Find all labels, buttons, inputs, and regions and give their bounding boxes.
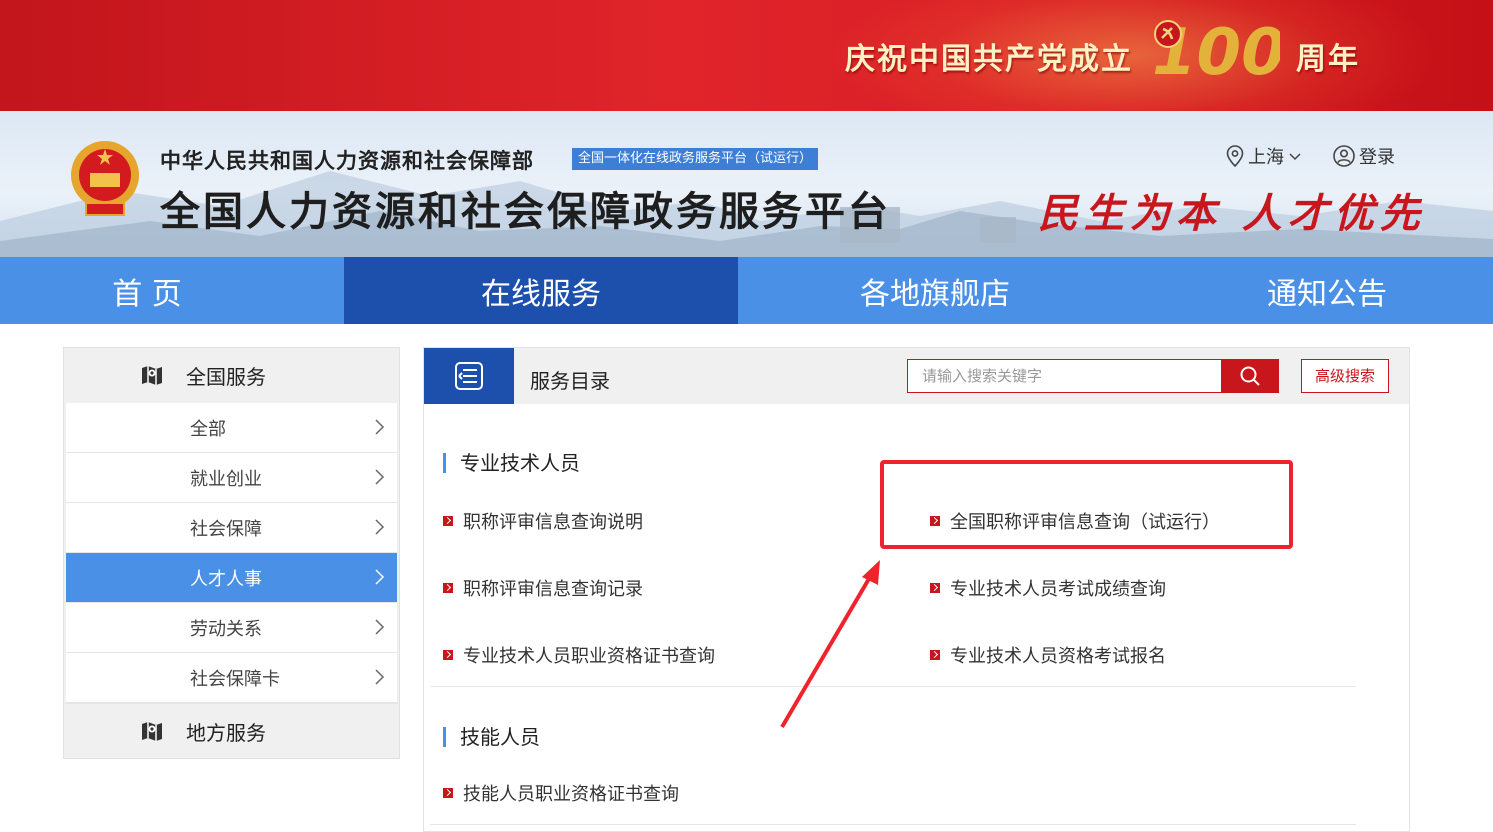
link-professional-exam-registration[interactable]: 专业技术人员资格考试报名 [930,642,1166,668]
catalog-header: 服务目录 请输入搜索关键字 高级搜索 [424,348,1409,404]
sidebar-item-labor-relations[interactable]: 劳动关系 [66,603,397,653]
chevron-down-icon [1289,153,1301,161]
anniversary-text-right: 周年 [1296,42,1360,77]
bullet-icon [443,788,453,798]
bullet-icon [930,650,940,660]
sidebar-item-talent-personnel[interactable]: 人才人事 [66,553,397,603]
sidebar-item-label: 全部 [190,418,226,440]
chevron-right-icon [375,519,385,535]
link-professional-exam-score-query[interactable]: 专业技术人员考试成绩查询 [930,575,1166,601]
search-button[interactable] [1221,359,1279,393]
search-icon [1240,366,1260,386]
catalog-title: 服务目录 [530,369,610,393]
sidebar-item-label: 劳动关系 [190,618,262,640]
user-icon [1333,145,1355,167]
link-label: 专业技术人员职业资格证书查询 [463,646,715,667]
site-header: 中华人民共和国人力资源和社会保障部 全国一体化在线政务服务平台（试运行） 全国人… [0,111,1493,257]
bullet-icon [930,583,940,593]
location-pin-icon [1226,145,1244,167]
link-label: 技能人员职业资格证书查询 [463,784,679,805]
advanced-search-button[interactable]: 高级搜索 [1301,359,1389,393]
login-label: 登录 [1359,147,1395,168]
sidebar-item-label: 社会保障卡 [190,668,280,690]
chevron-right-icon [375,569,385,585]
anniversary-banner: 庆祝中国共产党成立 100 周年 [0,0,1493,111]
sidebar-item-label: 人才人事 [190,568,262,590]
region-selector[interactable]: 上海 [1226,143,1302,169]
link-national-title-review-query[interactable]: 全国职称评审信息查询（试运行） [930,508,1220,534]
section-title-professional: 专业技术人员 [443,453,580,473]
bullet-icon [930,516,940,526]
sidebar-local-label: 地方服务 [186,720,266,745]
national-emblem [71,141,139,216]
catalog-icon-box [424,348,514,404]
region-label: 上海 [1248,147,1284,168]
sidebar-item-label: 社会保障 [190,518,262,540]
chevron-right-icon [375,619,385,635]
catalog-list-icon [455,362,483,390]
bullet-icon [443,650,453,660]
chevron-right-icon [375,669,385,685]
link-title-review-info-instructions[interactable]: 职称评审信息查询说明 [443,508,643,534]
link-professional-certificate-query[interactable]: 专业技术人员职业资格证书查询 [443,642,715,668]
link-label: 职称评审信息查询说明 [463,512,643,533]
ministry-name: 中华人民共和国人力资源和社会保障部 [160,149,534,173]
map-icon [142,366,162,385]
sidebar-national-services[interactable]: 全国服务 [64,348,399,403]
chevron-right-icon [375,469,385,485]
sidebar-item-social-security-card[interactable]: 社会保障卡 [66,653,397,703]
bullet-icon [443,583,453,593]
nav-home[interactable]: 首 页 [0,257,294,324]
anniversary-text-left: 庆祝中国共产党成立 [845,42,1133,77]
sidebar-item-employment[interactable]: 就业创业 [66,453,397,503]
link-label: 职称评审信息查询记录 [463,579,643,600]
sidebar-item-all[interactable]: 全部 [66,403,397,453]
platform-title: 全国人力资源和社会保障政务服务平台 [160,189,891,235]
link-label: 全国职称评审信息查询（试运行） [950,512,1220,533]
link-skilled-certificate-query[interactable]: 技能人员职业资格证书查询 [443,780,679,806]
link-label: 专业技术人员资格考试报名 [950,646,1166,667]
section-title-skilled: 技能人员 [443,727,540,747]
sidebar-local-services[interactable]: 地方服务 [64,703,399,758]
section-divider [430,824,1356,825]
nav-online-services[interactable]: 在线服务 [344,257,738,324]
bullet-icon [443,516,453,526]
link-title-review-query-records[interactable]: 职称评审信息查询记录 [443,575,643,601]
search-input[interactable]: 请输入搜索关键字 [907,359,1222,393]
sidebar-item-label: 就业创业 [190,468,262,490]
nav-regional-stores[interactable]: 各地旗舰店 [738,257,1132,324]
nav-announcements[interactable]: 通知公告 [1132,257,1493,324]
sidebar-national-label: 全国服务 [186,365,266,389]
platform-tag: 全国一体化在线政务服务平台（试运行） [572,148,819,170]
section-divider [430,686,1356,687]
service-sidebar: 全国服务 全部 就业创业 社会保障 人才人事 劳动关系 社会保障卡 地方服务 [63,347,400,759]
service-catalog-panel: 服务目录 请输入搜索关键字 高级搜索 专业技术人员 职称评审信息查询说明 全国职… [423,347,1410,832]
slogan: 民生为本 人才优先 [1038,190,1426,237]
chevron-right-icon [375,419,385,435]
main-nav: 首 页 在线服务 各地旗舰店 通知公告 [0,257,1493,324]
sidebar-category-list: 全部 就业创业 社会保障 人才人事 劳动关系 社会保障卡 [66,403,397,703]
map-icon [142,722,162,741]
login-button[interactable]: 登录 [1333,143,1395,169]
link-label: 专业技术人员考试成绩查询 [950,579,1166,600]
party-100-emblem: 100 [1152,16,1280,84]
sidebar-item-social-security[interactable]: 社会保障 [66,503,397,553]
